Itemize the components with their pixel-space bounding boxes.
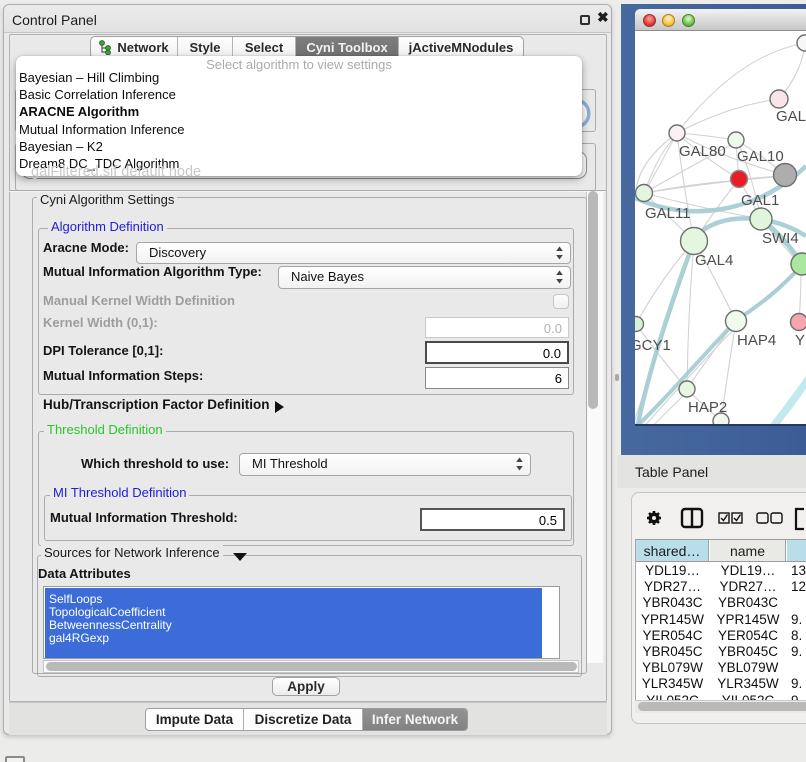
- svg-text:HAP2: HAP2: [688, 399, 727, 416]
- svg-text:GAL80: GAL80: [679, 143, 726, 160]
- svg-text:GAL4: GAL4: [695, 252, 733, 269]
- svg-text:GAL10: GAL10: [737, 148, 784, 165]
- svg-text:HAP4: HAP4: [737, 332, 776, 349]
- svg-text:SWI4: SWI4: [762, 230, 799, 247]
- svg-text:GCY1: GCY1: [635, 337, 671, 354]
- svg-text:GAL7: GAL7: [776, 108, 806, 125]
- svg-text:GAL1: GAL1: [741, 192, 779, 209]
- svg-text:Y: Y: [795, 332, 805, 349]
- svg-text:GAL11: GAL11: [645, 205, 691, 222]
